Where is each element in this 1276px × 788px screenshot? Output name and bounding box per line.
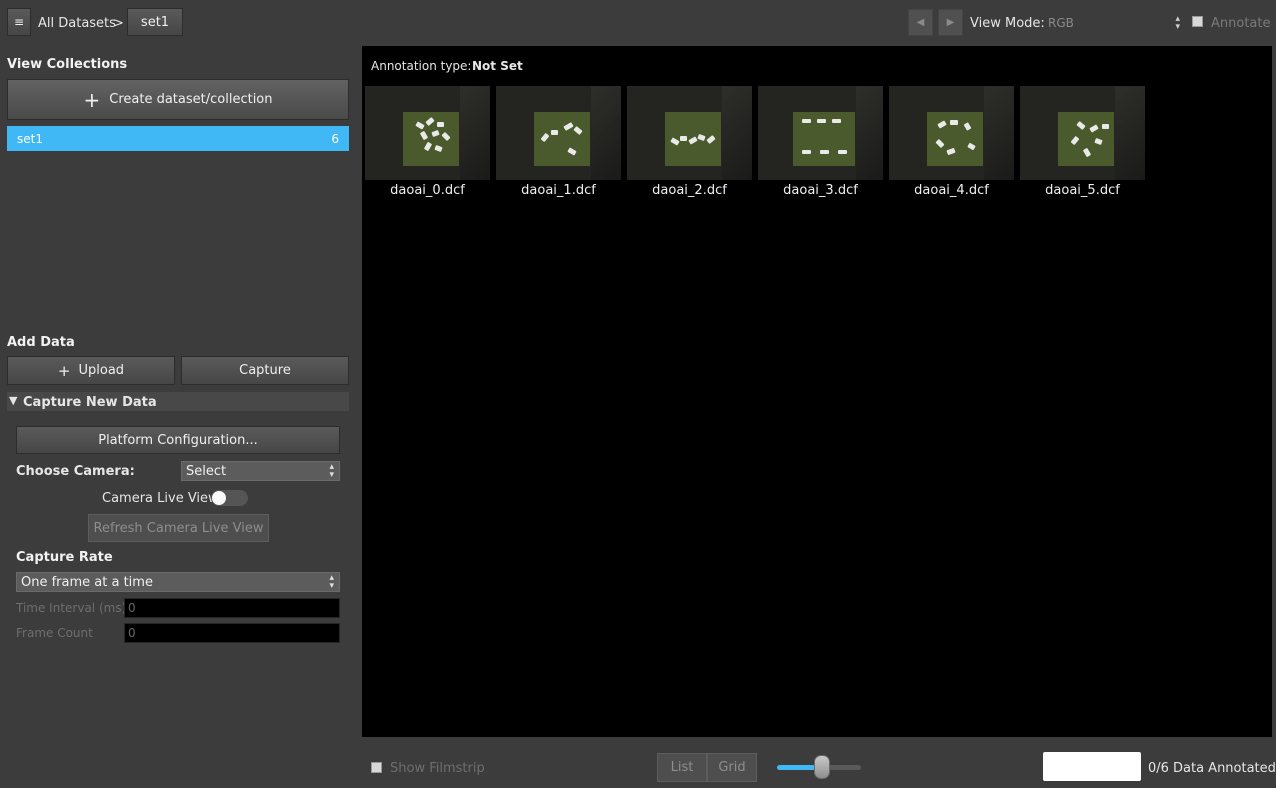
frame-count-input[interactable]: 0 — [124, 623, 340, 643]
triangle-down-icon: ▼ — [9, 394, 18, 407]
breadcrumb-separator: > — [113, 16, 124, 31]
breadcrumb-current[interactable]: set1 — [127, 8, 183, 36]
breadcrumb-root[interactable]: All Datasets — [38, 16, 116, 31]
image-thumbnail[interactable]: daoai_3.dcf — [758, 86, 883, 198]
view-collections-title: View Collections — [7, 57, 128, 72]
camera-live-view-toggle[interactable] — [211, 490, 248, 506]
slider-handle[interactable] — [814, 755, 830, 779]
plus-icon: + — [57, 361, 71, 380]
image-preview — [365, 86, 490, 180]
updown-icon: ▴ ▾ — [1175, 14, 1180, 32]
triangle-right-icon: ▶ — [946, 17, 955, 28]
plus-icon: + — [83, 87, 101, 112]
view-mode-label: View Mode: — [970, 16, 1045, 31]
choose-camera-label: Choose Camera: — [16, 464, 135, 479]
grid-view-button[interactable]: Grid — [707, 753, 757, 782]
hamburger-icon: ≡ — [13, 15, 25, 29]
annotation-type-label: Annotation type: — [371, 59, 472, 73]
upload-button[interactable]: + Upload — [7, 356, 175, 385]
capture-rate-title: Capture Rate — [16, 550, 113, 565]
menu-button[interactable]: ≡ — [7, 8, 31, 36]
zoom-slider[interactable] — [777, 754, 861, 780]
toggle-knob — [212, 491, 226, 505]
show-filmstrip-label: Show Filmstrip — [390, 761, 485, 776]
time-interval-input[interactable]: 0 — [124, 598, 340, 618]
image-preview — [758, 86, 883, 180]
annotate-checkbox[interactable] — [1192, 16, 1203, 27]
create-dataset-button[interactable]: + Create dataset/collection — [7, 79, 349, 120]
time-interval-label: Time Interval (ms) — [16, 601, 127, 615]
image-preview — [627, 86, 752, 180]
annotated-count: 0/6 — [1148, 761, 1169, 776]
collection-item-set1[interactable]: set1 6 — [7, 126, 349, 151]
image-preview — [889, 86, 1014, 180]
annotate-label: Annotate — [1211, 16, 1271, 31]
annotated-label: Data Annotated — [1173, 761, 1276, 776]
show-filmstrip-checkbox[interactable] — [371, 762, 382, 773]
camera-select[interactable]: Select ▴ ▾ — [181, 461, 340, 481]
annotation-type-value: Not Set — [472, 59, 523, 73]
annotated-counter-box — [1043, 752, 1141, 781]
updown-icon: ▴ ▾ — [329, 462, 334, 480]
image-thumbnail[interactable]: daoai_2.dcf — [627, 86, 752, 198]
updown-icon: ▴ ▾ — [329, 573, 334, 591]
refresh-camera-live-view-button[interactable]: Refresh Camera Live View — [88, 514, 269, 542]
list-view-button[interactable]: List — [657, 753, 707, 782]
image-preview — [1020, 86, 1145, 180]
camera-live-view-label: Camera Live View — [102, 491, 219, 506]
image-thumbnail[interactable]: daoai_4.dcf — [889, 86, 1014, 198]
frame-count-label: Frame Count — [16, 626, 93, 640]
next-button[interactable]: ▶ — [938, 9, 963, 36]
capture-button[interactable]: Capture — [181, 356, 349, 385]
add-data-title: Add Data — [7, 335, 75, 350]
image-thumbnail[interactable]: daoai_5.dcf — [1020, 86, 1145, 198]
capture-new-data-header[interactable]: ▼ Capture New Data — [7, 392, 349, 411]
platform-configuration-button[interactable]: Platform Configuration... — [16, 426, 340, 454]
prev-button[interactable]: ◀ — [908, 9, 933, 36]
capture-rate-select[interactable]: One frame at a time ▴ ▾ — [16, 572, 340, 592]
image-thumbnail[interactable]: daoai_1.dcf — [496, 86, 621, 198]
image-thumbnail[interactable]: daoai_0.dcf — [365, 86, 490, 198]
view-mode-select[interactable]: RGB ▴ ▾ — [1044, 10, 1186, 36]
image-preview — [496, 86, 621, 180]
triangle-left-icon: ◀ — [916, 17, 925, 28]
